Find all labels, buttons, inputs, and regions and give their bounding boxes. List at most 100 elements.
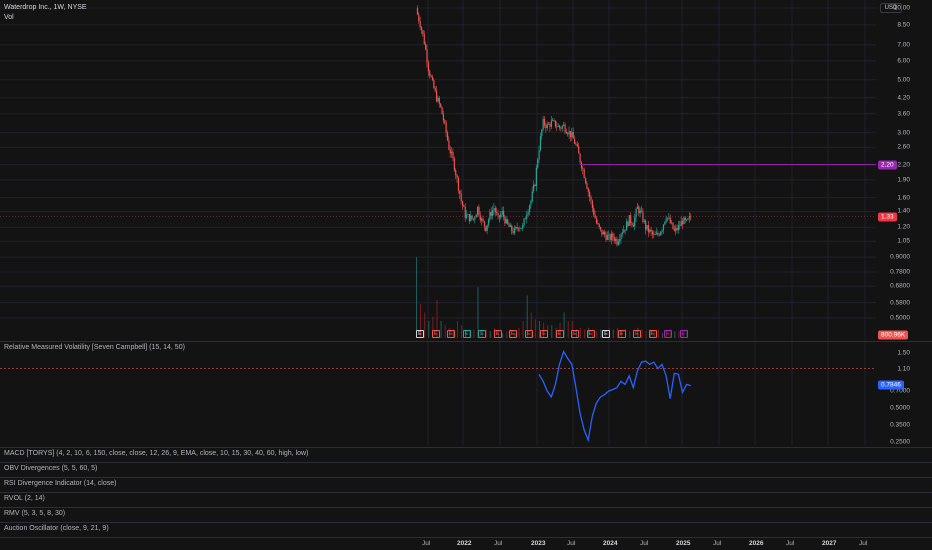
volume-bar <box>473 329 475 338</box>
candle-body <box>519 228 521 230</box>
candle-body <box>430 75 432 77</box>
candle-body <box>522 225 524 229</box>
time-tick-year: 2027 <box>822 540 837 547</box>
time-tick-month: Jul <box>567 540 576 547</box>
rmv-value-badge[interactable]: 0.7846 <box>878 380 904 390</box>
rmv-tick-label: 1.10 <box>897 365 910 373</box>
candle-body <box>612 233 614 238</box>
earnings-marker[interactable]: E <box>478 330 486 338</box>
candle-body <box>513 228 516 234</box>
candle-body <box>509 225 511 227</box>
alert-price-badge[interactable]: 2.20 <box>878 160 897 170</box>
candle-body <box>461 201 464 206</box>
main-chart-pane[interactable]: EEEEEEEEEEEEEEEEEE <box>0 0 876 341</box>
earnings-marker[interactable]: E <box>571 330 579 338</box>
candle-body <box>608 234 610 236</box>
volume-value-badge[interactable]: 800.96K <box>878 330 909 340</box>
candle-body <box>507 219 509 224</box>
candle-body <box>464 207 466 219</box>
candle-body <box>679 225 681 227</box>
candle-body <box>578 146 580 154</box>
candle-body <box>639 210 641 214</box>
rmv-indicator-title[interactable]: Relative Measured Volatility [Seven Camp… <box>4 344 185 351</box>
candle-body <box>595 218 598 224</box>
earnings-marker[interactable]: E <box>664 330 672 338</box>
candle-body <box>528 205 531 212</box>
candle-body <box>437 97 439 102</box>
candle-body <box>468 214 470 222</box>
candle-body <box>446 132 449 141</box>
earnings-marker[interactable]: E <box>416 330 424 338</box>
candle-body <box>449 149 451 154</box>
candle-body <box>434 87 436 91</box>
earnings-marker[interactable]: E <box>493 330 502 338</box>
symbol-title[interactable]: Waterdrop Inc., 1W, NYSE <box>4 3 87 13</box>
candle-body <box>523 218 525 226</box>
candle-body <box>579 153 581 163</box>
candle-body <box>668 217 670 219</box>
earnings-marker[interactable]: E <box>462 330 471 338</box>
earnings-marker[interactable]: E <box>509 330 517 338</box>
volume-bar <box>518 327 520 338</box>
candle-body <box>634 217 636 227</box>
candle-body <box>656 232 658 235</box>
candle-body <box>620 233 622 240</box>
earnings-marker[interactable]: E <box>540 330 548 338</box>
rmv-indicator-pane[interactable] <box>0 342 876 446</box>
earnings-marker[interactable]: E <box>648 330 657 338</box>
volume-bar <box>629 331 631 338</box>
price-tick-label: 3.00 <box>897 129 910 137</box>
rmv-chart-canvas[interactable] <box>0 342 876 446</box>
candle-body <box>635 209 637 218</box>
currency-button[interactable]: USD <box>880 3 902 13</box>
indicator-pane-rvol[interactable]: RVOL (2, 14) <box>0 492 932 506</box>
price-scale[interactable]: 10.00 8.50 7.00 6.00 5.00 4.20 3.60 3.00 2.60 2.2… <box>876 0 932 341</box>
indicator-pane-macd[interactable]: MACD [TORYS] (4, 2, 10, 6, 150, close, c… <box>0 447 932 461</box>
indicator-pane-rsi[interactable]: RSI Divergence Indicator (14, close) <box>0 477 932 491</box>
indicator-title: RMV (5, 3, 5, 8, 30) <box>4 510 66 517</box>
volume-bar <box>662 332 663 338</box>
earnings-marker[interactable]: E <box>555 330 564 338</box>
rmv-scale[interactable]: 1.50 1.10 0.7000 0.5000 0.3500 0.2500 0.7846 <box>876 342 932 446</box>
indicator-pane-rmv[interactable]: RMV (5, 3, 5, 8, 30) <box>0 507 932 521</box>
volume-bar <box>461 325 463 338</box>
candle-body <box>590 196 592 201</box>
earnings-marker[interactable]: E <box>431 330 440 338</box>
candle-body <box>492 210 494 216</box>
candle-body <box>575 143 577 145</box>
volume-bar <box>424 312 426 338</box>
candle-body <box>625 221 628 231</box>
candle-body <box>508 223 510 227</box>
candle-body <box>478 206 480 216</box>
candle-body <box>619 239 621 242</box>
candle-body <box>487 219 490 225</box>
earnings-marker[interactable]: E <box>633 330 641 338</box>
candle-body <box>574 138 576 144</box>
earnings-marker[interactable]: E <box>586 330 595 338</box>
indicator-pane-obv[interactable]: OBV Divergences (5, 5, 60, 5) <box>0 462 932 476</box>
volume-legend[interactable]: Vol <box>4 13 87 23</box>
time-axis[interactable]: Jul 2022 Jul 2023 Jul 2024 Jul 2025 Jul 2026 Jul 20… <box>0 537 932 550</box>
candle-body <box>530 200 532 206</box>
price-chart-canvas[interactable] <box>0 0 876 341</box>
current-price-badge[interactable]: 1.33 <box>878 212 897 222</box>
price-tick-label: 3.60 <box>897 110 910 118</box>
earnings-marker[interactable]: E <box>679 330 688 338</box>
candle-body <box>545 125 547 128</box>
candle-body <box>445 122 447 133</box>
volume-bar <box>584 329 586 338</box>
candle-body <box>587 188 589 193</box>
candle-body <box>684 217 686 221</box>
candle-body <box>609 234 611 240</box>
candle-body <box>452 151 454 159</box>
indicator-pane-auction[interactable]: Auction Oscillator (close, 9, 21, 9) <box>0 522 932 536</box>
earnings-marker[interactable]: E <box>447 330 455 338</box>
earnings-marker[interactable]: E <box>524 330 533 338</box>
earnings-marker[interactable]: E <box>617 330 626 338</box>
candle-body <box>561 125 563 129</box>
candle-body <box>597 223 599 225</box>
earnings-marker[interactable]: E <box>602 330 610 338</box>
candle-body <box>569 131 572 138</box>
candle-body <box>630 215 632 223</box>
price-tick-label: 1.90 <box>897 176 910 184</box>
